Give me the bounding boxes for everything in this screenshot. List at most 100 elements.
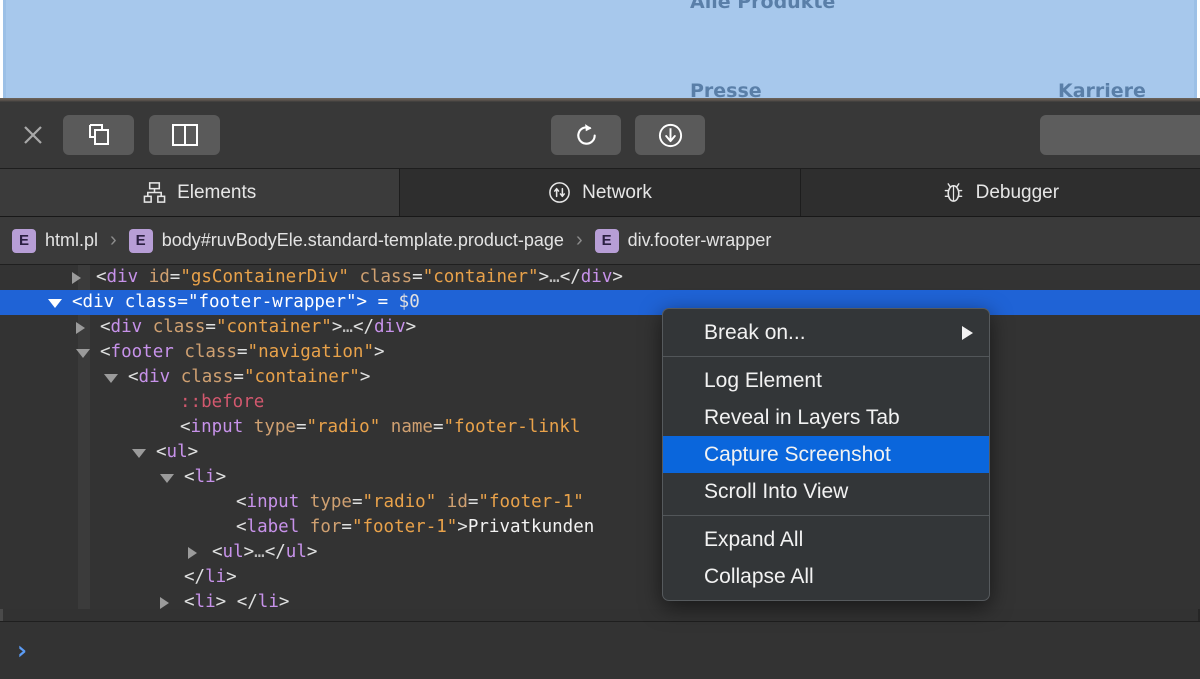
token-punct: > (243, 542, 255, 562)
dom-tree-row[interactable]: <input type="radio" name="footer-linkl (0, 415, 1200, 440)
token-punct: </ (559, 267, 581, 287)
search-input[interactable] (1040, 115, 1200, 155)
token-punct (142, 317, 153, 337)
token-val: "radio" (306, 417, 381, 437)
token-tag: ul (285, 542, 307, 562)
dom-tree-row[interactable]: <li> (0, 465, 1200, 490)
token-tag: li (194, 467, 216, 487)
context-menu-item-break-on[interactable]: Break on... (663, 314, 989, 351)
dom-tree-row[interactable]: <label for="footer-1">Privatkunden (0, 515, 1200, 540)
dom-tree-row-text: <li> (184, 467, 226, 487)
dom-tree-row[interactable]: <footer class="navigation"> (0, 340, 1200, 365)
token-punct (436, 492, 447, 512)
console-prompt-bar[interactable]: › (0, 621, 1200, 679)
dom-tree-row-text: <input type="radio" id="footer-1" (236, 492, 584, 512)
breadcrumb-item-body[interactable]: E body#ruvBodyEle.standard-template.prod… (128, 228, 564, 253)
token-val: "container" (243, 367, 360, 387)
dom-tree-row-text: <footer class="navigation"> (100, 342, 385, 362)
dom-tree-row[interactable]: <div class="container"> (0, 365, 1200, 390)
token-attr: class (152, 317, 206, 337)
dom-tree-row[interactable]: ::before (0, 390, 1200, 415)
context-menu-item-capture-screenshot[interactable]: Capture Screenshot (663, 436, 989, 473)
page-link-alle-produkte[interactable]: Alle Produkte (690, 0, 835, 13)
context-menu-item-expand-all[interactable]: Expand All (663, 521, 989, 558)
token-punct: > (215, 467, 227, 487)
dock-to-bottom-button[interactable] (149, 115, 220, 155)
dom-tree-row-text: </li> (184, 567, 237, 587)
twisty-collapsed-icon[interactable] (76, 322, 85, 334)
tab-network-label: Network (582, 181, 652, 203)
tab-debugger[interactable]: Debugger (800, 169, 1200, 216)
dom-tree-row[interactable]: <input type="radio" id="footer-1" (0, 490, 1200, 515)
token-punct: = (169, 267, 181, 287)
token-tag: div (374, 317, 406, 337)
twisty-expanded-icon[interactable] (104, 374, 118, 383)
element-badge-icon: E (128, 228, 153, 253)
token-punct (299, 517, 310, 537)
token-punct: > (405, 317, 417, 337)
token-pseudo: ::before (180, 392, 265, 412)
download-button[interactable] (635, 115, 705, 155)
dom-tree-row-text: <label for="footer-1">Privatkunden (236, 517, 594, 537)
context-menu-item-log-element[interactable]: Log Element (663, 362, 989, 399)
token-punct: < (212, 542, 223, 562)
context-menu[interactable]: Break on... Log Element Reveal in Layers T… (662, 308, 990, 601)
breadcrumb-item-html[interactable]: E html.pl (12, 228, 98, 253)
inspector-toolbar (0, 102, 1200, 169)
token-tag: li (194, 592, 216, 609)
breadcrumb: E html.pl › E body#ruvBodyEle.standard-t… (0, 217, 1200, 265)
twisty-collapsed-icon[interactable] (188, 547, 197, 559)
token-punct: < (180, 417, 191, 437)
dom-tree-row[interactable]: <div class="container">…</div> (0, 315, 1200, 340)
token-punct: = (205, 317, 216, 337)
dom-tree-row[interactable]: <li> </li> (0, 590, 1200, 609)
context-menu-item-reveal-in-layers-tab[interactable]: Reveal in Layers Tab (663, 399, 989, 436)
token-attr: class (359, 267, 413, 287)
submenu-arrow-icon (962, 326, 973, 340)
dom-tree-row[interactable]: <ul> (0, 440, 1200, 465)
token-punct: < (236, 517, 247, 537)
twisty-expanded-icon[interactable] (76, 349, 90, 358)
tab-elements[interactable]: Elements (0, 169, 401, 216)
dom-tree-row[interactable]: <ul>…</ul> (0, 540, 1200, 565)
token-val: "footer-wrapper" (187, 292, 357, 312)
token-punct: < (72, 292, 83, 312)
twisty-expanded-icon[interactable] (160, 474, 174, 483)
token-punct: > (306, 542, 318, 562)
breadcrumb-item-footer-wrapper[interactable]: E div.footer-wrapper (594, 228, 771, 253)
tab-network[interactable]: Network (400, 169, 801, 216)
token-attr: class (184, 342, 237, 362)
dock-to-side-button[interactable] (63, 115, 134, 155)
token-tag: div (138, 367, 171, 387)
token-punct (349, 267, 360, 287)
breadcrumb-label-body: body#ruvBodyEle.standard-template.produc… (161, 230, 564, 250)
context-menu-item-label: Break on... (704, 321, 806, 344)
token-tag: div (82, 292, 115, 312)
token-punct: = (412, 267, 423, 287)
context-menu-item-collapse-all[interactable]: Collapse All (663, 558, 989, 595)
reload-button[interactable] (551, 115, 621, 155)
breadcrumb-separator-icon: › (575, 229, 583, 251)
tab-elements-label: Elements (177, 181, 257, 203)
dom-tree-panel[interactable]: <div id="gsContainerDiv" class="containe… (0, 265, 1200, 609)
close-button[interactable] (18, 120, 48, 150)
token-txt: Privatkunden (467, 517, 595, 537)
twisty-expanded-icon[interactable] (48, 299, 62, 308)
dom-tree-row[interactable]: </li> (0, 565, 1200, 590)
dom-tree-row-text: <li> </li> (184, 592, 289, 609)
token-val: "footer-1" (351, 517, 458, 537)
console-input[interactable] (29, 640, 1200, 661)
token-attr: class (124, 292, 178, 312)
dom-tree-row[interactable]: <div class="footer-wrapper"> = $0 (0, 290, 1200, 315)
token-punct (138, 267, 149, 287)
twisty-collapsed-icon[interactable] (72, 272, 81, 284)
token-punct (243, 417, 254, 437)
twisty-collapsed-icon[interactable] (160, 597, 169, 609)
token-punct (114, 292, 125, 312)
twisty-expanded-icon[interactable] (132, 449, 146, 458)
dom-tree-row[interactable]: <div id="gsContainerDiv" class="containe… (0, 265, 1200, 290)
token-attr: id (446, 492, 468, 512)
token-val: "navigation" (247, 342, 374, 362)
console-chevron-icon: › (14, 635, 30, 666)
context-menu-item-scroll-into-view[interactable]: Scroll Into View (663, 473, 989, 510)
